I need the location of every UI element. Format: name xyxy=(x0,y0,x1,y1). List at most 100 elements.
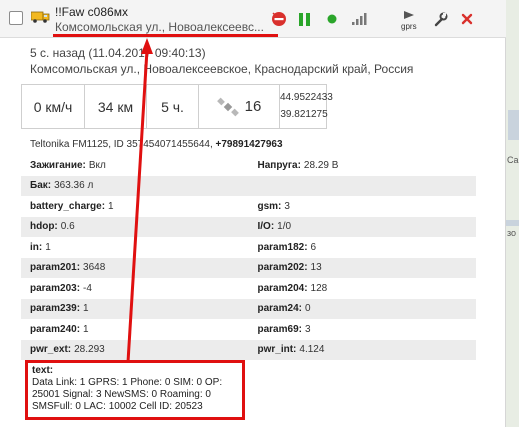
params-table: Зажигание: Вкл Напруга: 28.29 В Бак: 363.36 л… xyxy=(21,155,476,360)
param-key: Бак: xyxy=(30,180,52,192)
param-value: 6 xyxy=(310,241,317,253)
param-value: 1 xyxy=(108,200,114,212)
param-cell: param182: 6 xyxy=(249,237,477,258)
param-value: 1 xyxy=(83,303,89,315)
text-label: text: xyxy=(32,365,54,376)
table-row: pwr_ext: 28.293 pwr_int: 4.124 xyxy=(21,339,477,361)
hours-value: 5 ч. xyxy=(147,85,199,128)
table-row: Бак: 363.36 л xyxy=(21,175,477,197)
param-value: 0 xyxy=(304,303,311,315)
dot-icon[interactable] xyxy=(323,10,341,28)
param-key: pwr_int: xyxy=(257,344,297,356)
latitude: 44.9522433 xyxy=(280,92,333,103)
param-key: gsm: xyxy=(257,200,282,212)
param-cell: I/O: 1/0 xyxy=(249,217,477,238)
param-key: param239: xyxy=(30,303,81,315)
param-value: 0.6 xyxy=(60,221,75,233)
param-key: I/O: xyxy=(257,221,275,233)
param-value: 1/0 xyxy=(277,221,292,233)
device-phone: +79891427963 xyxy=(215,139,283,150)
param-key: hdop: xyxy=(30,221,58,233)
distance-value: 34 км xyxy=(85,85,147,128)
map-label: зо xyxy=(507,228,517,238)
param-cell: in: 1 xyxy=(21,237,249,258)
param-value: 128 xyxy=(310,282,328,294)
param-cell: param69: 3 xyxy=(249,319,477,340)
wrench-icon[interactable] xyxy=(431,10,449,28)
vehicle-short-address: Комсомольская ул., Новоалексеевс... xyxy=(55,20,264,34)
select-checkbox[interactable] xyxy=(9,11,23,25)
param-cell: battery_charge: 1 xyxy=(21,196,249,217)
signal-icon[interactable] xyxy=(350,10,368,28)
param-cell: param240: 1 xyxy=(21,319,249,340)
satellites-stat: 16 xyxy=(199,85,280,128)
map-area[interactable]: Ca зо xyxy=(506,0,519,427)
map-road xyxy=(508,110,519,140)
param-cell: gsm: 3 xyxy=(249,196,477,217)
param-key: param203: xyxy=(30,282,81,294)
raw-text-box: text: Data Link: 1 GPRS: 1 Phone: 0 SIM:… xyxy=(25,360,245,420)
table-row: hdop: 0.6 I/O: 1/0 xyxy=(21,216,477,238)
param-key: param24: xyxy=(257,303,302,315)
last-update-time: 5 с. назад (11.04.2017 09:40:13) xyxy=(30,46,206,60)
coordinates[interactable]: 44.9522433 39.821275 xyxy=(280,85,333,128)
param-cell: pwr_int: 4.124 xyxy=(249,340,477,361)
param-value: 3 xyxy=(284,200,290,212)
vehicle-panel: !!Faw с086мх Комсомольская ул., Новоалек… xyxy=(0,0,506,427)
full-address: Комсомольская ул., Новоалексеевское, Кра… xyxy=(30,62,414,76)
param-value: 3 xyxy=(304,323,311,335)
param-value: 363.36 л xyxy=(54,180,94,192)
table-row: param203: -4 param204: 128 xyxy=(21,278,476,299)
address-highlight-underline xyxy=(53,34,278,37)
table-row: Зажигание: Вкл Напруга: 28.29 В xyxy=(21,155,476,176)
param-cell: param204: 128 xyxy=(249,278,477,299)
stop-icon[interactable] xyxy=(270,10,288,28)
param-key: param204: xyxy=(257,282,308,294)
speed-value: 0 км/ч xyxy=(22,85,85,128)
pause-icon[interactable] xyxy=(296,10,314,28)
map-road xyxy=(506,220,519,226)
param-key: Зажигание: xyxy=(30,159,86,171)
param-cell: param24: 0 xyxy=(249,299,477,320)
param-cell: param201: 3648 xyxy=(21,258,249,279)
satellites-count: 16 xyxy=(244,98,262,115)
param-key: Напруга: xyxy=(257,159,301,171)
param-key: param201: xyxy=(30,262,81,274)
gprs-label: gprs xyxy=(401,22,417,31)
device-id: Teltonika FM1125, ID 357454071455644, xyxy=(30,139,216,150)
param-cell: param202: 13 xyxy=(249,258,477,279)
vehicle-header: !!Faw с086мх Комсомольская ул., Новоалек… xyxy=(0,0,506,38)
table-row: param240: 1 param69: 3 xyxy=(21,319,476,340)
param-value: 28.293 xyxy=(74,344,105,356)
param-value: -4 xyxy=(83,282,92,294)
param-cell: Зажигание: Вкл xyxy=(21,155,249,176)
stats-bar: 0 км/ч 34 км 5 ч. 16 44.9522433 39.82127… xyxy=(21,84,333,129)
param-cell: hdop: 0.6 xyxy=(21,217,249,238)
vehicle-name[interactable]: !!Faw с086мх xyxy=(55,5,128,19)
longitude: 39.821275 xyxy=(280,109,328,120)
param-cell: Напруга: 28.29 В xyxy=(249,155,477,176)
param-key: pwr_ext: xyxy=(30,344,72,356)
param-value: 1 xyxy=(45,241,51,253)
param-key: param202: xyxy=(257,262,308,274)
text-line-1: Data Link: 1 GPRS: 1 Phone: 0 SIM: 0 OP: xyxy=(32,377,223,388)
param-cell: param203: -4 xyxy=(21,278,249,299)
param-value: 1 xyxy=(83,323,89,335)
device-info: Teltonika FM1125, ID 357454071455644, +7… xyxy=(30,139,283,150)
text-line-2: 25001 Signal: 3 NewSMS: 0 Roaming: 0 xyxy=(32,389,211,400)
param-value: 28.29 В xyxy=(303,159,339,171)
close-icon[interactable] xyxy=(458,10,476,28)
table-row: param201: 3648 param202: 13 xyxy=(21,257,477,279)
param-value: 4.124 xyxy=(299,344,325,356)
table-row: param239: 1 param24: 0 xyxy=(21,298,477,320)
param-value: 13 xyxy=(310,262,322,274)
text-line-3: SMSFull: 0 LAC: 10002 Cell ID: 20523 xyxy=(32,401,203,412)
param-key: in: xyxy=(30,241,43,253)
param-cell: param239: 1 xyxy=(21,299,249,320)
table-row: in: 1 param182: 6 xyxy=(21,237,476,258)
param-cell xyxy=(249,176,477,197)
param-key: param69: xyxy=(257,323,302,335)
table-row: battery_charge: 1 gsm: 3 xyxy=(21,196,476,217)
truck-icon xyxy=(31,11,50,23)
param-key: param240: xyxy=(30,323,81,335)
